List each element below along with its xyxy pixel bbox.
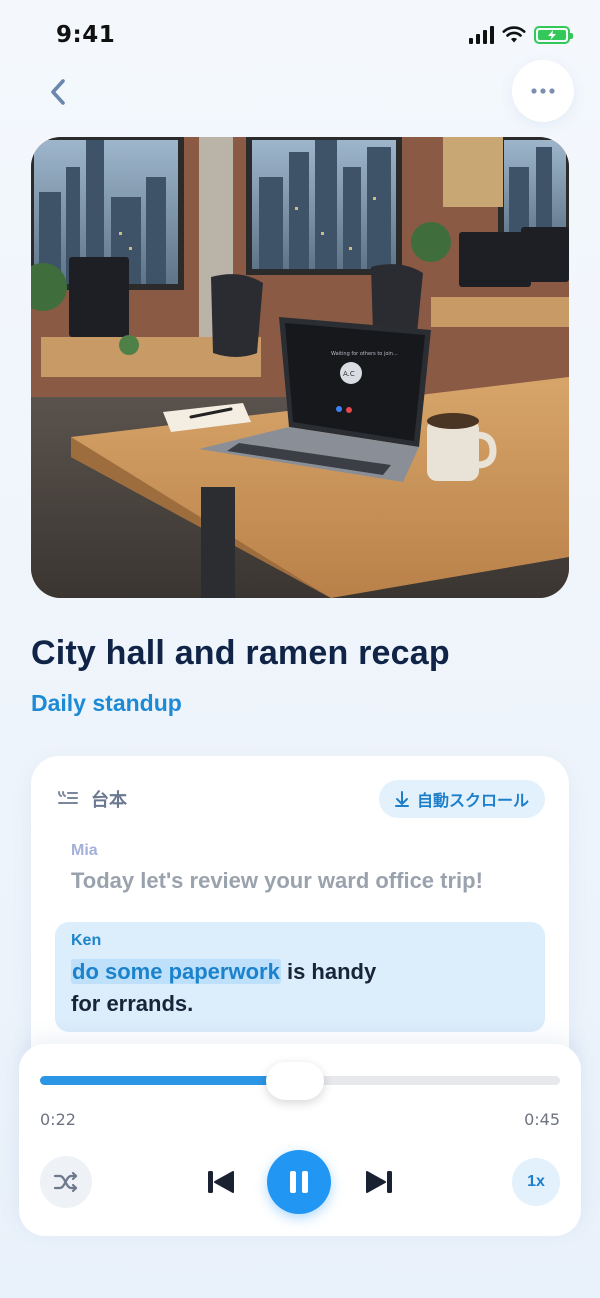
lesson-subtitle: Daily standup <box>31 690 182 716</box>
line-text-line2: for errands. <box>71 991 194 1016</box>
line-text-rest: is handy <box>280 959 377 984</box>
speaker-name: Ken <box>71 932 102 949</box>
signal-icon <box>469 26 494 44</box>
highlighted-phrase[interactable]: do some paperwork <box>71 959 281 984</box>
status-bar: 9:41 <box>0 0 600 70</box>
more-options-button[interactable] <box>512 60 574 122</box>
shuffle-icon <box>53 1171 78 1193</box>
line-text: Today let's review your ward office trip… <box>71 868 483 893</box>
avatar-initials: A.C <box>343 370 355 378</box>
lesson-cover-image: A.C Waiting for others to join... <box>31 137 569 598</box>
battery-charging-icon <box>534 26 573 44</box>
autoscroll-button[interactable]: 自動スクロール <box>378 780 545 818</box>
skip-previous-icon <box>208 1171 234 1193</box>
transcript-line-active[interactable]: Ken do some paperwork is handy for erran… <box>55 922 545 1032</box>
transcript-label: 台本 <box>91 790 127 811</box>
current-time: 0:22 <box>40 1110 76 1129</box>
speed-label: 1x <box>527 1173 545 1190</box>
transcript-line[interactable]: Mia Today let's review your ward office … <box>71 842 541 894</box>
laptop-screen-text: Waiting for others to join... <box>331 351 398 357</box>
speaker-name: Mia <box>71 842 98 859</box>
office-illustration: A.C Waiting for others to join... <box>31 137 569 598</box>
status-icons <box>469 26 573 44</box>
transcript-header: 台本 <box>57 786 127 812</box>
progress-fill <box>40 1076 295 1085</box>
shuffle-button[interactable] <box>40 1156 92 1208</box>
back-button[interactable] <box>38 72 78 112</box>
more-horizontal-icon <box>531 88 555 94</box>
skip-next-icon <box>366 1171 392 1193</box>
progress-slider[interactable] <box>40 1062 560 1100</box>
audio-player: 0:22 0:45 1x <box>19 1044 581 1236</box>
total-time: 0:45 <box>524 1110 560 1129</box>
autoscroll-label: 自動スクロール <box>416 791 529 810</box>
playback-speed-button[interactable]: 1x <box>512 1158 560 1206</box>
previous-button[interactable] <box>199 1162 243 1202</box>
status-time: 9:41 <box>56 22 116 48</box>
next-button[interactable] <box>357 1162 401 1202</box>
arrow-down-icon <box>394 791 409 807</box>
lesson-title: City hall and ramen recap <box>31 634 450 672</box>
chevron-left-icon <box>51 79 65 105</box>
progress-thumb[interactable] <box>265 1062 324 1100</box>
script-lines-icon <box>58 791 78 804</box>
pause-button[interactable] <box>267 1150 331 1214</box>
pause-icon <box>290 1171 308 1193</box>
line-text: do some paperwork is handy for errands. <box>71 956 529 1020</box>
wifi-icon <box>502 26 526 43</box>
